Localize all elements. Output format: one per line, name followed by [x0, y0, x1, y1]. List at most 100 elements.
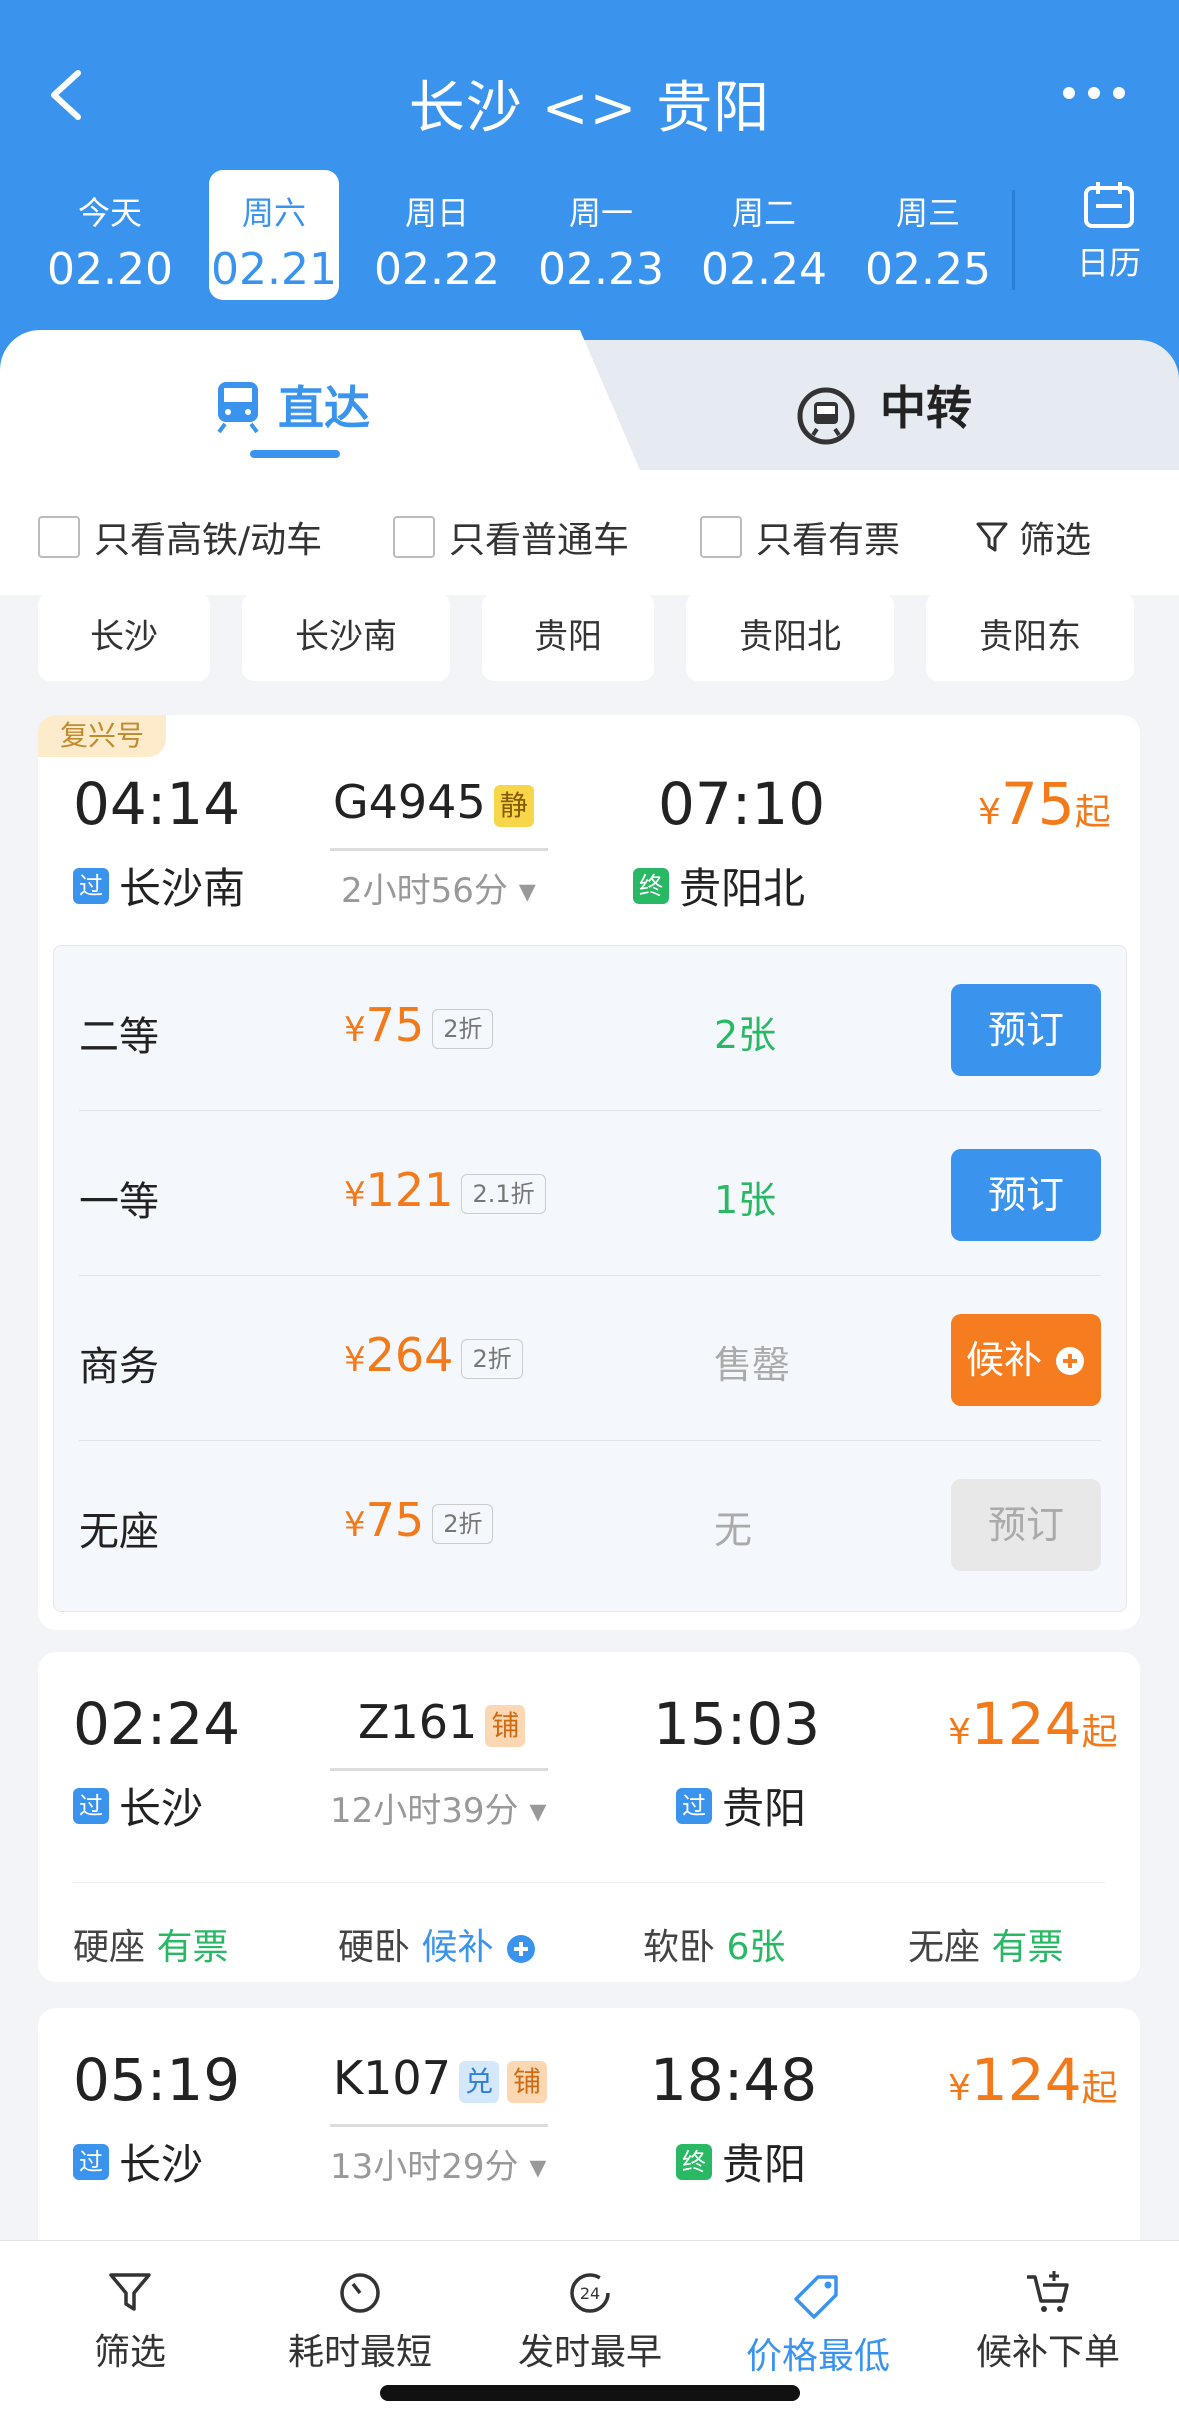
- station-name: 贵阳: [722, 2140, 807, 2189]
- arrive-time: 18:48: [650, 2046, 818, 2114]
- more-icon[interactable]: [1059, 73, 1129, 113]
- checkbox[interactable]: [38, 516, 80, 558]
- filter-gaotie[interactable]: 只看高铁/动车: [38, 512, 322, 562]
- date-value: 02.20: [47, 244, 173, 295]
- book-button[interactable]: 预订: [951, 1149, 1101, 1241]
- chevron-down-icon: ▾: [529, 1791, 547, 1831]
- seat-name: 二等: [79, 1014, 159, 1060]
- date-weekday: 周三: [895, 194, 960, 232]
- station-filters: 长沙 长沙南 贵阳 贵阳北 贵阳东: [0, 593, 1179, 705]
- to-station: 终贵阳北: [633, 855, 805, 916]
- toolbar-filter[interactable]: 筛选: [40, 2269, 220, 2375]
- duration-line: [330, 1768, 548, 1771]
- station-chip[interactable]: 长沙南: [242, 593, 450, 681]
- train-number-text: K107: [333, 2051, 451, 2105]
- station-name: 长沙: [119, 1784, 204, 1833]
- station-name: 长沙: [119, 2140, 204, 2189]
- date-selected[interactable]: 周六 02.21: [209, 170, 339, 300]
- pass-icon: 过: [73, 867, 109, 904]
- seats-left: 2张: [714, 1013, 777, 1057]
- depart-time: 05:19: [73, 2046, 241, 2114]
- seat-name: 无座: [908, 1927, 981, 1968]
- train-number: G4945 静: [333, 775, 534, 829]
- currency: ¥: [978, 792, 1001, 833]
- station-chip[interactable]: 贵阳东: [926, 593, 1134, 681]
- train-card[interactable]: 复兴号 04:14 G4945 静 2小时56分 ▾ 07:10 ¥75起 过长沙…: [38, 715, 1140, 1630]
- seats-left: 售罄: [714, 1343, 791, 1387]
- toolbar-earliest[interactable]: 24 发时最早: [500, 2269, 680, 2375]
- terminal-icon: 终: [633, 867, 669, 904]
- pass-icon: 过: [73, 1787, 109, 1824]
- seat-name: 商务: [79, 1344, 159, 1390]
- toolbar-lowest-price[interactable]: 价格最低: [728, 2269, 908, 2379]
- arrive-time: 07:10: [658, 770, 826, 838]
- tab-direct[interactable]: 直达: [0, 330, 640, 470]
- plus-circle-icon: [506, 1935, 535, 1963]
- calendar-label: 日历: [1076, 244, 1141, 282]
- toolbar-shortest[interactable]: 耗时最短: [270, 2269, 450, 2375]
- date-today[interactable]: 今天 02.20: [45, 170, 175, 300]
- calendar-button[interactable]: 日历: [1059, 180, 1159, 284]
- duration[interactable]: 12小时39分 ▾: [330, 1783, 546, 1832]
- seat-summary-item: 软卧 6张: [643, 1918, 785, 1970]
- price-suffix: 起: [1081, 1712, 1118, 1753]
- filter-shaixuan[interactable]: 筛选: [975, 512, 1091, 562]
- station-chip[interactable]: 长沙: [38, 593, 210, 681]
- book-button[interactable]: 预订: [951, 984, 1101, 1076]
- train-card[interactable]: 05:19 K107 兑铺 13小时29分 ▾ 18:48 ¥124起 过长沙 终…: [38, 2008, 1140, 2268]
- to-station: 过贵阳: [676, 1775, 806, 1836]
- station-chip[interactable]: 贵阳北: [686, 593, 894, 681]
- seat-name: 硬座: [73, 1927, 146, 1968]
- filter-label: 只看有票: [756, 520, 901, 561]
- brand-badge: 复兴号: [38, 715, 167, 757]
- date-item[interactable]: 周三 02.25: [863, 170, 993, 300]
- train-number: K107 兑铺: [333, 2051, 547, 2105]
- date-value: 02.24: [701, 244, 827, 295]
- waitlist-button[interactable]: 候补: [951, 1314, 1101, 1406]
- date-item[interactable]: 周日 02.22: [372, 170, 502, 300]
- divider: [1012, 190, 1015, 290]
- date-weekday: 今天: [77, 194, 142, 232]
- date-weekday: 周六: [241, 194, 306, 232]
- date-weekday: 周日: [404, 194, 469, 232]
- filter-youpiao[interactable]: 只看有票: [700, 512, 900, 562]
- price-tag-icon: [794, 2275, 838, 2319]
- date-selector: 今天 02.20 周六 02.21 周日 02.22 周一 02.23 周二 0…: [0, 170, 1179, 305]
- duration[interactable]: 2小时56分 ▾: [341, 863, 536, 912]
- seat-summary-item[interactable]: 硬卧 候补: [338, 1918, 537, 1970]
- seat-name: 无座: [79, 1509, 159, 1555]
- tab-transfer[interactable]: 中转: [580, 340, 1179, 470]
- toolbar-waitlist[interactable]: 候补下单: [958, 2269, 1138, 2375]
- header: 长沙 <> 贵阳 今天 02.20 周六 02.21 周日 02.22 周一 0…: [0, 0, 1179, 380]
- date-item[interactable]: 周一 02.23: [536, 170, 666, 300]
- currency: ¥: [948, 1712, 971, 1753]
- station-chip[interactable]: 贵阳: [482, 593, 654, 681]
- seat-name: 硬卧: [338, 1927, 411, 1968]
- funnel-icon: [109, 2273, 151, 2311]
- checkbox[interactable]: [393, 516, 435, 558]
- price-value: 124: [970, 2046, 1082, 2114]
- date-weekday: 周一: [568, 194, 633, 232]
- checkbox[interactable]: [700, 516, 742, 558]
- seat-status: 有票: [156, 1927, 229, 1968]
- seats-left: 1张: [714, 1178, 777, 1222]
- duration-line: [330, 2124, 548, 2127]
- currency: ¥: [344, 1340, 366, 1380]
- date-item[interactable]: 周二 02.24: [699, 170, 829, 300]
- train-number-text: G4945: [333, 775, 486, 829]
- price-suffix: 起: [1081, 2068, 1118, 2109]
- duration[interactable]: 13小时29分 ▾: [330, 2139, 546, 2188]
- seat-price-value: 264: [365, 1328, 454, 1382]
- seat-summary-item: 硬座 有票: [73, 1918, 228, 1970]
- filter-label: 只看普通车: [449, 520, 630, 561]
- sleeper-tag: 铺: [506, 2060, 547, 2103]
- filter-putong[interactable]: 只看普通车: [393, 512, 629, 562]
- discount-badge: 2.1折: [461, 1173, 546, 1214]
- toolbar-label: 价格最低: [745, 2336, 890, 2377]
- toolbar-label: 耗时最短: [287, 2332, 432, 2373]
- train-card[interactable]: 02:24 Z161 铺 12小时39分 ▾ 15:03 ¥124起 过长沙 过贵…: [38, 1652, 1140, 1982]
- exchange-tag: 兑: [458, 2060, 499, 2103]
- book-button-disabled[interactable]: 预订: [951, 1479, 1101, 1571]
- quiet-tag: 静: [493, 784, 534, 827]
- currency: ¥: [344, 1505, 366, 1545]
